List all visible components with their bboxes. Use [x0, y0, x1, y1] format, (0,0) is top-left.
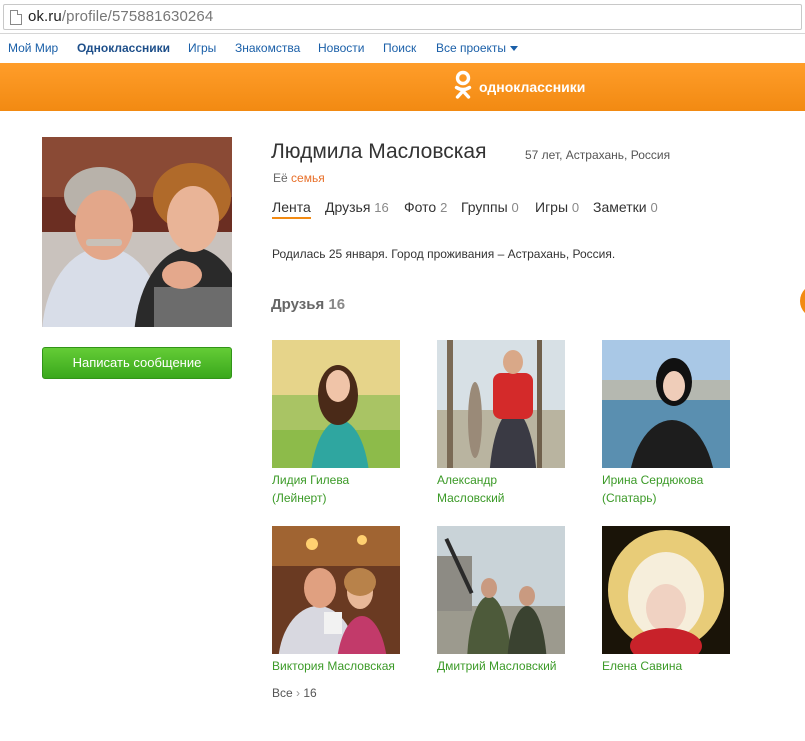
tab-label: Фото [404, 199, 437, 215]
friend-photo [602, 340, 730, 468]
url-host: ok.ru [28, 8, 62, 25]
friend-photo [437, 526, 565, 654]
portal-link-all-projects[interactable]: Все проекты [436, 41, 519, 55]
friend-card[interactable]: Дмитрий Масловский [437, 526, 567, 675]
all-friends-link[interactable]: Все › 16 [272, 686, 317, 700]
friend-name[interactable]: Елена Савина [602, 657, 732, 675]
tab-count: 0 [511, 200, 519, 215]
page-icon [10, 10, 22, 25]
friend-photo [437, 340, 565, 468]
friend-name[interactable]: Дмитрий Масловский [437, 657, 567, 675]
chevron-down-icon [510, 46, 519, 52]
friend-photo [272, 526, 400, 654]
friend-card[interactable]: Елена Савина [602, 526, 732, 675]
friend-card[interactable]: Виктория Масловская [272, 526, 402, 675]
tab-photos[interactable]: Фото 2 [404, 199, 447, 215]
site-header: одноклассники [0, 63, 805, 111]
portal-link-odnoklassniki[interactable]: Одноклассники [77, 41, 170, 55]
family-link[interactable]: семья [291, 171, 325, 185]
side-widget-button[interactable] [800, 284, 805, 318]
ok-logo-icon [454, 70, 472, 99]
profile-name: Людмила Масловская [271, 140, 487, 163]
friend-card[interactable]: Ирина Сердюкова (Спатарь) [602, 340, 732, 507]
url-text[interactable]: ok.ru/profile/575881630264 [28, 8, 213, 25]
portal-nav: Мой Мир Одноклассники Игры Знакомства Но… [0, 35, 805, 63]
friend-name[interactable]: Лидия Гилева (Лейнерт) [272, 471, 402, 507]
tab-label: Друзья [325, 199, 371, 215]
chevron-right-icon: › [296, 686, 301, 700]
tab-count: 0 [571, 200, 580, 215]
portal-link-dating[interactable]: Знакомства [235, 41, 300, 55]
all-friends-label: Все [272, 686, 293, 700]
friend-card[interactable]: Лидия Гилева (Лейнерт) [272, 340, 402, 507]
tab-games[interactable]: Игры 0 [535, 199, 579, 215]
tab-count: 16 [374, 200, 389, 215]
portal-link-news[interactable]: Новости [318, 41, 364, 55]
family-line: Её семья [273, 171, 325, 185]
profile-meta: 57 лет, Астрахань, Россия [525, 148, 671, 162]
tab-label: Лента [272, 199, 311, 215]
profile-avatar[interactable] [42, 137, 232, 327]
friend-card[interactable]: Александр Масловский [437, 340, 567, 507]
profile-tabs: Лента Друзья 16 Фото 2 Группы 0 Игры 0 З… [272, 199, 692, 221]
tab-label: Группы [461, 199, 508, 215]
friends-section-title[interactable]: Друзья 16 [271, 296, 345, 313]
url-field[interactable]: ok.ru/profile/575881630264 [3, 4, 802, 30]
avatar-photo [42, 137, 232, 327]
url-path: /profile/575881630264 [61, 8, 214, 25]
friend-photo [272, 340, 400, 468]
all-friends-count: 16 [303, 686, 317, 700]
tab-friends[interactable]: Друзья 16 [325, 199, 389, 215]
portal-link-search[interactable]: Поиск [383, 41, 416, 55]
friends-title-count: 16 [328, 296, 346, 313]
tab-notes[interactable]: Заметки 0 [593, 199, 658, 215]
friend-photo [602, 526, 730, 654]
tab-count: 2 [440, 200, 448, 215]
send-message-button[interactable]: Написать сообщение [42, 347, 232, 379]
logo-text: одноклассники [479, 79, 586, 95]
tab-feed[interactable]: Лента [272, 199, 311, 219]
family-prefix: Её [273, 171, 288, 185]
all-projects-label: Все проекты [436, 41, 507, 55]
friends-title-label: Друзья [271, 296, 325, 313]
portal-link-games[interactable]: Игры [188, 41, 216, 55]
browser-address-bar: ok.ru/profile/575881630264 [0, 0, 805, 34]
friend-name[interactable]: Ирина Сердюкова (Спатарь) [602, 471, 732, 507]
tab-label: Игры [535, 199, 569, 215]
friend-name[interactable]: Виктория Масловская [272, 657, 402, 675]
tab-count: 0 [650, 200, 658, 215]
portal-link-my-world[interactable]: Мой Мир [8, 41, 58, 55]
friend-name[interactable]: Александр Масловский [437, 471, 567, 507]
tab-label: Заметки [593, 199, 647, 215]
about-text: Родилась 25 января. Город проживания – А… [272, 247, 616, 261]
tab-groups[interactable]: Группы 0 [461, 199, 519, 215]
